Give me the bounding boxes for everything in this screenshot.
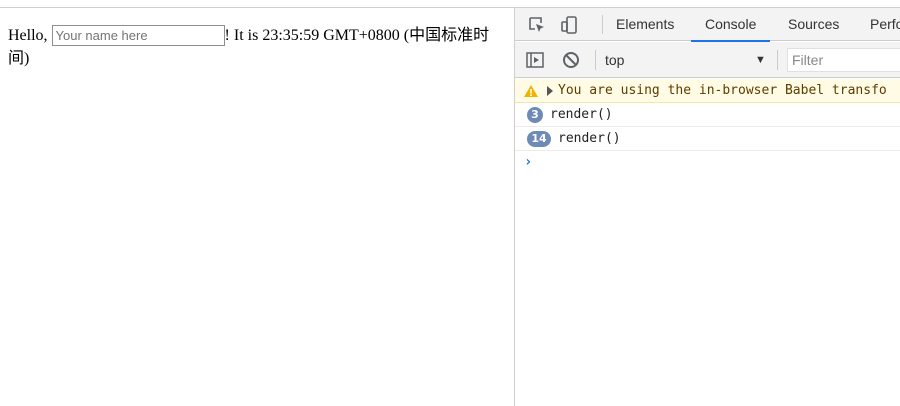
console-log-row[interactable]: 14 render() (515, 127, 900, 151)
tab-console[interactable]: Console (691, 8, 771, 42)
tabbar-separator (602, 15, 603, 34)
devtools-tabbar: Elements Console Sources Perfo (515, 8, 900, 42)
browser-top-border (0, 0, 900, 8)
expand-triangle-icon[interactable] (547, 86, 553, 96)
repeat-count-badge: 14 (527, 131, 551, 147)
greeting-line: Hello, ! It is 23:35:59 GMT+0800 (中国标准时间… (8, 24, 508, 70)
toolbar-separator (777, 50, 778, 70)
inspect-element-icon[interactable] (527, 15, 547, 35)
page-viewport: Hello, ! It is 23:35:59 GMT+0800 (中国标准时间… (0, 8, 514, 406)
repeat-count-badge: 3 (527, 107, 543, 123)
clear-console-icon[interactable] (561, 50, 581, 70)
filter-input[interactable]: Filter (787, 48, 900, 72)
console-prompt[interactable]: › (524, 154, 532, 170)
sidebar-toggle-icon[interactable] (525, 50, 545, 70)
dropdown-arrow-icon: ▼ (755, 54, 766, 66)
console-log-row[interactable]: 3 render() (515, 103, 900, 127)
device-toolbar-icon[interactable] (559, 15, 579, 35)
tab-performance[interactable]: Perfo (870, 8, 900, 41)
devtools-panel: Elements Console Sources Perfo top ▼ Fil… (515, 8, 900, 406)
toolbar-separator (595, 50, 596, 70)
name-input[interactable] (51, 25, 225, 46)
context-selector-value: top (605, 52, 625, 68)
warning-icon (523, 83, 539, 99)
greeting-prefix: Hello, (8, 27, 52, 44)
tab-elements[interactable]: Elements (616, 8, 674, 41)
tab-console-label: Console (705, 16, 757, 32)
console-messages: You are using the in-browser Babel trans… (515, 79, 900, 406)
log-message: render() (550, 107, 613, 122)
warning-message: You are using the in-browser Babel trans… (558, 83, 887, 98)
console-toolbar: top ▼ Filter (515, 42, 900, 78)
console-warning-row[interactable]: You are using the in-browser Babel trans… (515, 79, 900, 103)
context-selector[interactable]: top ▼ (605, 50, 775, 70)
tab-sources[interactable]: Sources (788, 8, 839, 41)
log-message: render() (558, 131, 621, 146)
